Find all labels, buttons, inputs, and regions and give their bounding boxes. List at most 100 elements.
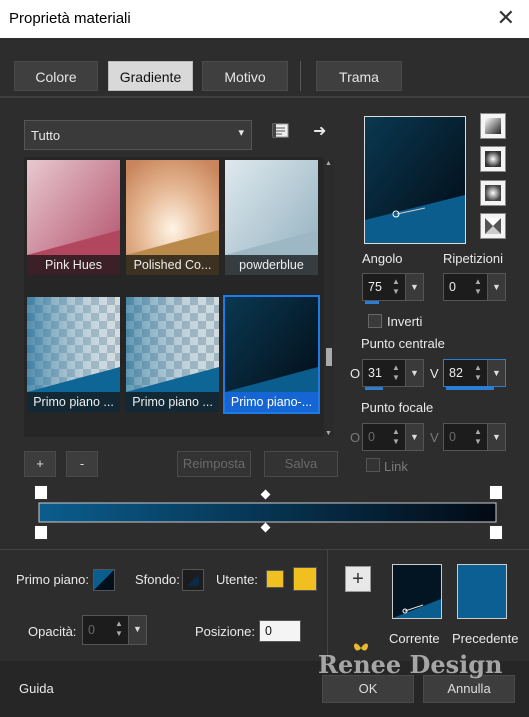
chevron-down-icon[interactable]: ▼ [487,360,505,386]
focal-h-value: 0 [368,430,375,444]
link-label: Link [384,459,408,474]
save-button[interactable]: Salva [264,451,338,477]
tab-colore[interactable]: Colore [14,61,98,91]
opacity-label: Opacità: [28,624,77,639]
repeats-field[interactable]: 0 ▲ ▼ ▼ [443,273,506,301]
user-swatch[interactable] [293,567,317,591]
add-swatch-button[interactable]: + [345,566,371,592]
user-swatch-small[interactable] [266,570,284,588]
invert-checkbox[interactable] [368,314,382,328]
angle-field[interactable]: 75 ▲ ▼ ▼ [362,273,424,304]
tab-gradiente[interactable]: Gradiente [108,61,193,91]
thumbnail-label: powderblue [225,255,318,275]
opacity-field[interactable]: 0 ▲ ▼ ▼ [82,615,147,645]
current-swatch[interactable] [392,564,442,619]
close-icon[interactable]: ✕ [497,5,515,31]
add-gradient-button[interactable]: + [24,451,56,477]
gradient-editor[interactable] [33,484,503,540]
color-stop-marker[interactable] [34,485,48,500]
scroll-up-icon[interactable]: ▲ [325,160,332,167]
spin-arrows-icon[interactable]: ▲ ▼ [392,427,404,447]
scroll-down-icon[interactable]: ▼ [325,430,332,437]
angle-slider-bar[interactable] [365,301,379,304]
gradient-preview[interactable] [364,116,466,244]
foreground-swatch[interactable] [93,569,115,591]
chevron-down-icon[interactable]: ▼ [405,424,423,450]
divider [327,549,328,661]
link-checkbox[interactable] [366,458,380,472]
thumbnail-label: Pink Hues [27,255,120,275]
repeats-label: Ripetizioni [443,251,503,266]
repeats-value: 0 [449,280,456,294]
watermark-text: Renee Design [318,650,503,679]
category-value: Tutto [31,128,61,143]
opacity-stop-marker[interactable] [489,525,503,540]
reset-button[interactable]: Reimposta [177,451,251,477]
center-h-label: O [350,366,361,381]
thumbnail-label: Polished Co... [126,255,219,275]
spin-arrows-icon[interactable]: ▲ ▼ [474,277,486,297]
gradient-thumbnail[interactable]: Primo piano ... [27,297,120,412]
gradient-thumbnail[interactable]: Primo piano ... [126,297,219,412]
chevron-down-icon[interactable]: ▼ [487,424,505,450]
center-point-label: Punto centrale [361,336,445,351]
position-value: 0 [265,624,272,638]
ok-button[interactable]: OK [322,675,414,703]
remove-gradient-button[interactable]: - [66,451,98,477]
chevron-down-icon: ▾ [238,127,244,139]
scrollbar-thumb[interactable] [326,348,332,366]
sunburst-gradient-icon[interactable] [480,213,506,239]
opacity-stop-marker[interactable] [34,525,48,540]
linear-gradient-icon[interactable] [480,113,506,139]
focal-h-field[interactable]: 0 ▲ ▼ ▼ [362,423,424,451]
thumbnail-label: Primo piano ... [126,392,219,412]
focal-v-field[interactable]: 0 ▲ ▼ ▼ [443,423,506,451]
color-stop-marker[interactable] [489,485,503,500]
focal-v-label: V [430,430,439,445]
gradient-thumbnail[interactable]: Polished Co... [126,160,219,275]
current-label: Corrente [389,631,440,646]
radial-gradient-icon[interactable] [480,180,506,206]
tab-trama[interactable]: Trama [316,61,402,91]
previous-swatch[interactable] [457,564,507,619]
chevron-down-icon[interactable]: ▼ [405,360,423,386]
spin-arrows-icon[interactable]: ▲ ▼ [392,277,404,297]
center-v-slider-bar[interactable] [446,387,494,390]
rectangular-gradient-icon[interactable] [480,146,506,172]
gradient-thumbnail[interactable]: powderblue [225,160,318,275]
tab-motivo[interactable]: Motivo [202,61,288,91]
angle-label: Angolo [362,251,403,266]
library-icon[interactable] [272,123,290,139]
previous-label: Precedente [452,631,519,646]
invert-label: Inverti [387,314,423,329]
tab-divider [0,96,529,98]
center-v-value: 82 [449,366,463,380]
gallery-scrollbar[interactable]: ▲ ▼ [324,160,334,437]
spin-arrows-icon[interactable]: ▲ ▼ [392,363,404,383]
center-h-value: 31 [368,366,382,380]
position-field[interactable]: 0 [259,620,301,642]
spin-arrows-icon[interactable]: ▲ ▼ [474,427,486,447]
spin-arrows-icon[interactable]: ▲ ▼ [115,619,127,639]
category-dropdown[interactable]: Tutto ▾ [24,120,252,150]
foreground-label: Primo piano: [16,572,89,587]
angle-value: 75 [368,280,382,294]
gradient-thumbnail-selected[interactable]: Primo piano-... [223,295,320,414]
center-h-field[interactable]: 31 ▲ ▼ ▼ [362,359,424,390]
cancel-button[interactable]: Annulla [423,675,515,703]
chevron-down-icon[interactable]: ▼ [128,616,146,644]
window-title: Proprietà materiali [9,10,131,27]
center-h-slider-bar[interactable] [365,387,383,390]
chevron-down-icon[interactable]: ▼ [487,274,505,300]
spin-arrows-icon[interactable]: ▲ ▼ [474,363,486,383]
arrow-right-icon[interactable]: ➜ [313,121,326,141]
divider [0,549,529,550]
help-link[interactable]: Guida [19,681,54,696]
gradient-thumbnail[interactable]: Pink Hues [27,160,120,275]
background-swatch[interactable] [182,569,204,591]
focal-v-value: 0 [449,430,456,444]
thumbnail-label: Primo piano ... [27,392,120,412]
center-v-field[interactable]: 82 ▲ ▼ ▼ [443,359,506,390]
chevron-down-icon[interactable]: ▼ [405,274,423,300]
butterfly-icon [352,640,370,656]
